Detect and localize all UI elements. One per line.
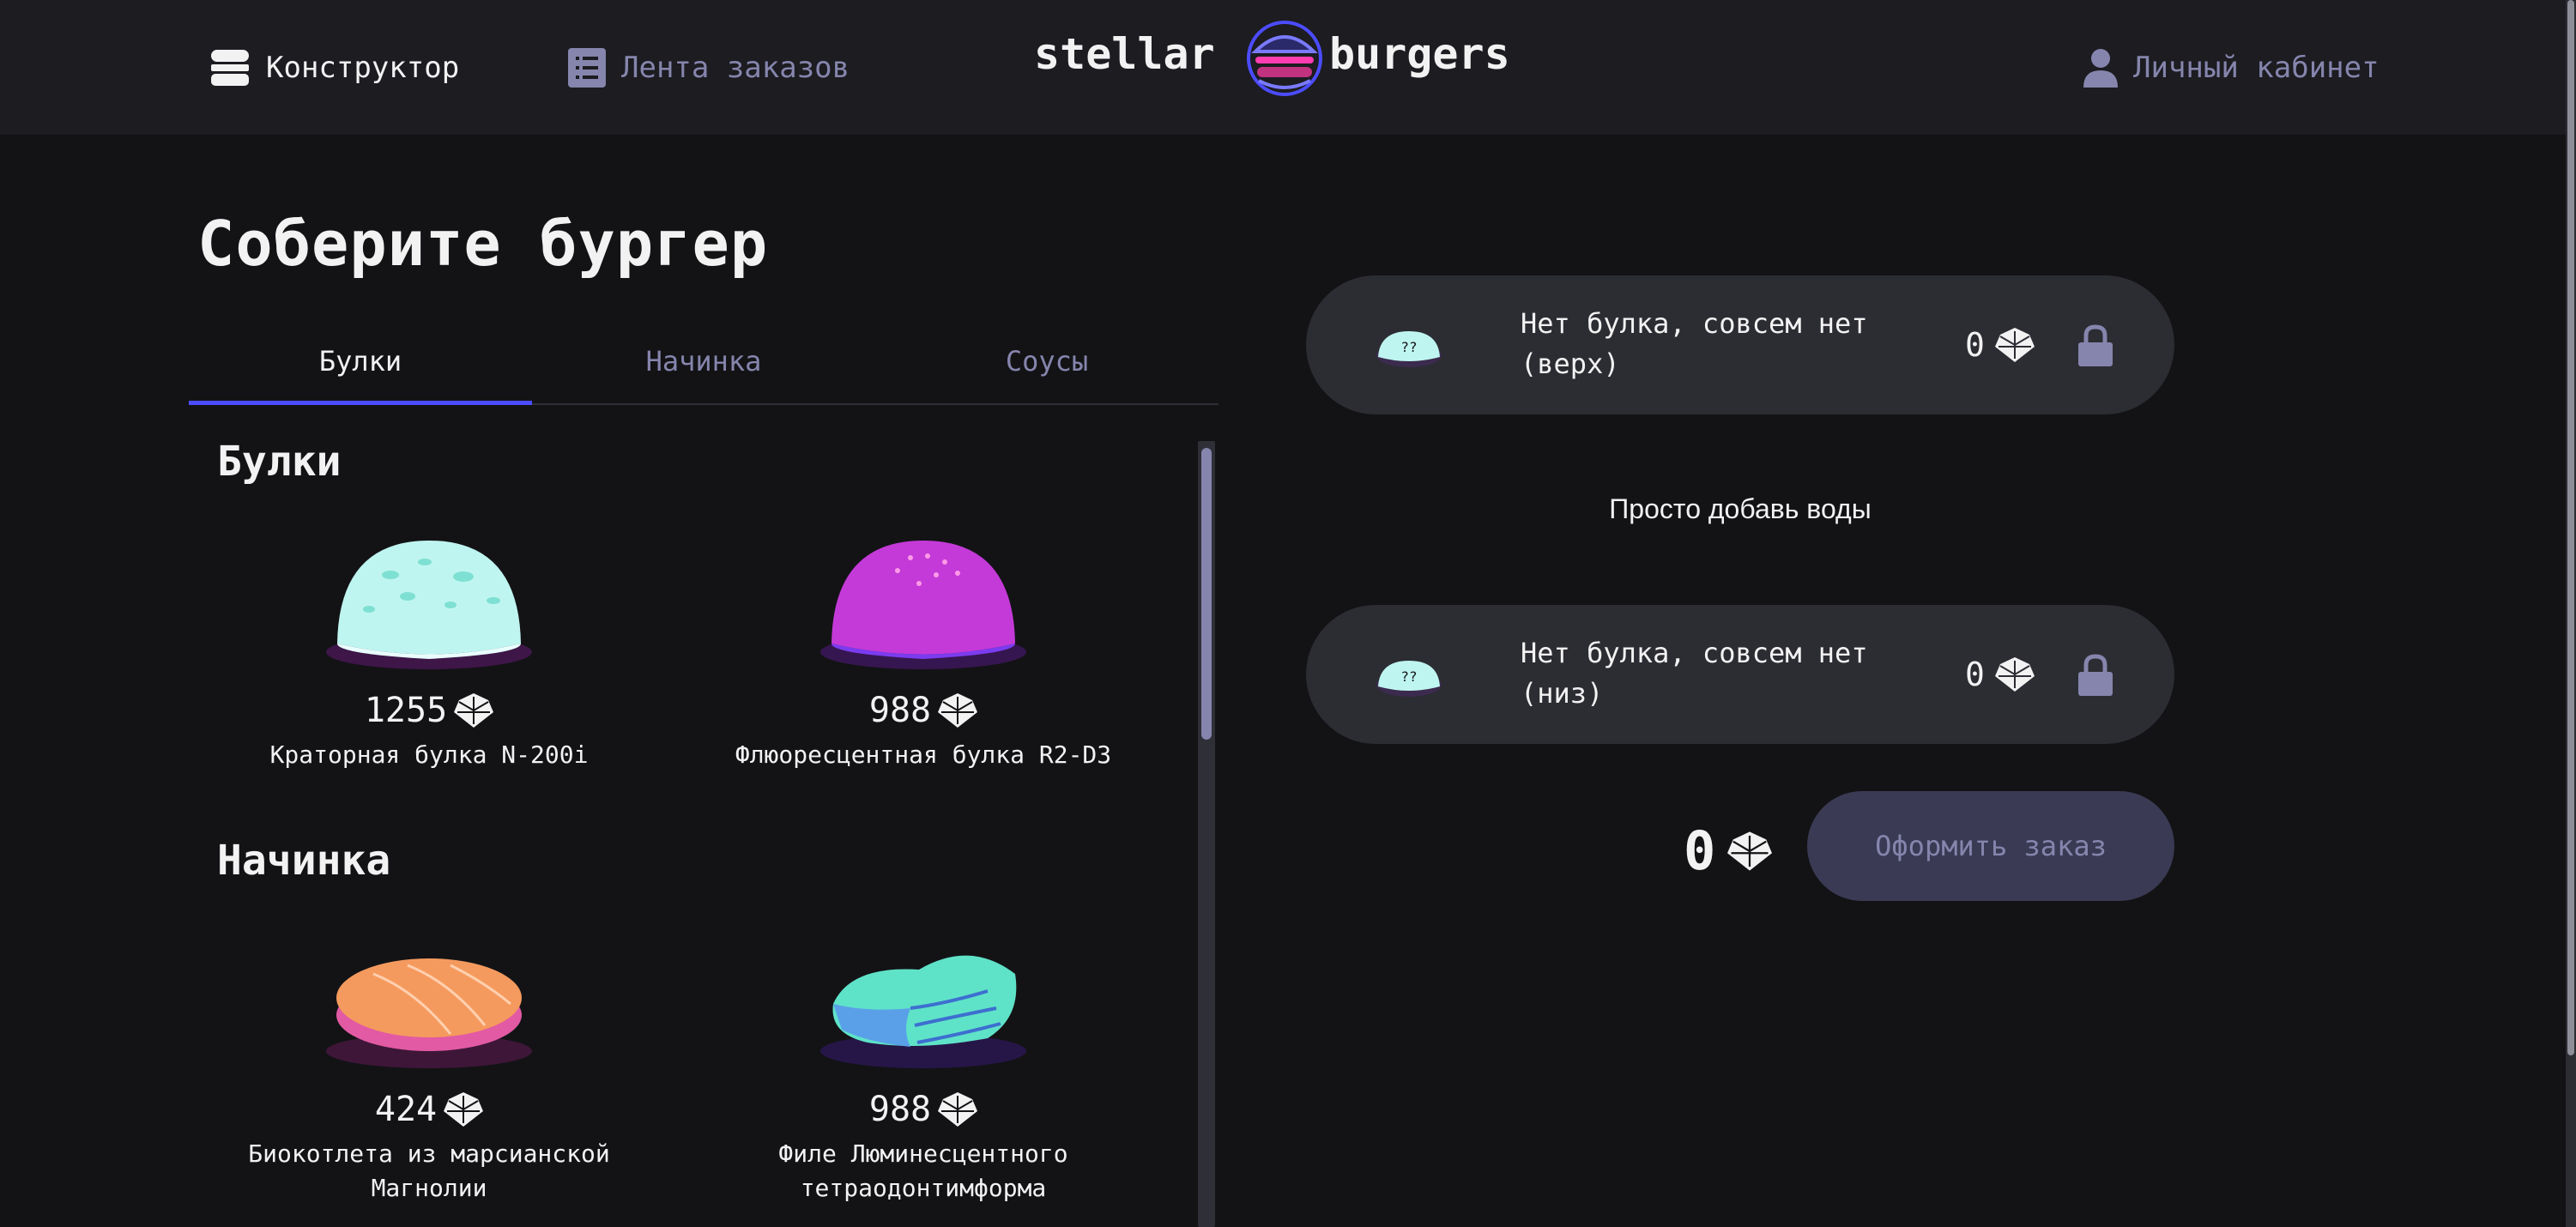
crater-bun-icon <box>326 541 532 669</box>
currency-icon <box>938 693 978 728</box>
ingredient-name: Флюоресцентная булка R2-D3 <box>735 740 1112 769</box>
ingredient-name: Биокотлета из марсианской Магнолии <box>189 1137 669 1206</box>
page-title: Соберите бургер <box>197 208 769 280</box>
stellar-burgers-logo[interactable]: stellar burgers <box>1034 15 1532 101</box>
app-header: Конструктор Лента заказов stellar burger… <box>0 0 2566 135</box>
nav-constructor-link[interactable]: Конструктор <box>209 0 459 135</box>
fluorescent-bun-icon <box>820 541 1026 669</box>
lock-icon <box>2078 654 2113 696</box>
constructor-item-name-line: Нет булка, совсем нет <box>1521 307 1868 340</box>
constructor-item-name-line: (верх) <box>1521 348 1620 380</box>
ingredient-price: 988 <box>683 1090 1164 1129</box>
logo-left-text: stellar <box>1034 29 1215 79</box>
price-value: 0 <box>1965 656 1985 693</box>
currency-icon <box>444 1092 484 1127</box>
ingredients-list: Булки 1255 Краторная булка N-200i 988 Фл… <box>189 438 1201 1227</box>
ingredient-price: 1255 <box>189 691 669 730</box>
thumb-text: ?? <box>1400 339 1417 355</box>
currency-icon <box>938 1092 978 1127</box>
price-value: 424 <box>374 1090 438 1129</box>
bio-patty-icon <box>326 958 532 1068</box>
page-scrollbar[interactable] <box>2566 0 2576 1227</box>
ingredient-card[interactable]: 424 Биокотлета из марсианской Магнолии <box>189 922 669 1206</box>
bun-placeholder-icon: ?? <box>1376 331 1442 367</box>
constructor-item-name-line: (низ) <box>1521 677 1604 710</box>
user-icon <box>2083 48 2118 88</box>
price-value: 0 <box>1965 326 1985 364</box>
ingredient-name-line: тетраодонтимформа <box>800 1174 1047 1202</box>
burger-logo-icon <box>1247 21 1322 96</box>
lock-icon <box>2078 324 2113 366</box>
list-icon <box>568 47 606 88</box>
nav-feed-link[interactable]: Лента заказов <box>568 0 850 135</box>
total-value: 0 <box>1684 819 1716 882</box>
ingredient-name-line: Магнолии <box>371 1174 487 1202</box>
constructor-item-price: 0 <box>1965 326 2035 364</box>
currency-icon <box>454 693 494 728</box>
fish-fillet-icon <box>820 955 1026 1068</box>
ingredient-tabs: Булки Начинка Соусы <box>189 319 1218 405</box>
section-title-fillings: Начинка <box>217 837 391 885</box>
place-order-button[interactable]: Оформить заказ <box>1807 791 2174 901</box>
ingredient-price: 424 <box>189 1090 669 1129</box>
price-value: 988 <box>868 1090 932 1129</box>
ingredients-scrollbar-thumb[interactable] <box>1201 448 1212 740</box>
bun-placeholder-icon: ?? <box>1376 661 1442 697</box>
constructor-top-bun[interactable]: ?? Нет булка, совсем нет (верх) 0 <box>1306 275 2174 414</box>
ingredient-card[interactable]: 1255 Краторная булка N-200i <box>189 523 669 807</box>
currency-icon <box>1994 657 2035 692</box>
ingredient-card[interactable]: 988 Флюоресцентная булка R2-D3 <box>683 523 1164 807</box>
constructor-bottom-bun[interactable]: ?? Нет булка, совсем нет (низ) 0 <box>1306 605 2174 744</box>
section-title-buns: Булки <box>217 438 342 486</box>
price-value: 988 <box>868 691 932 730</box>
tab-fillings[interactable]: Начинка <box>532 319 875 403</box>
nav-constructor-label: Конструктор <box>266 50 460 85</box>
ingredient-name-line: Биокотлета из марсианской <box>248 1139 610 1168</box>
price-value: 1255 <box>364 691 448 730</box>
constructor-item-price: 0 <box>1965 656 2035 693</box>
ingredient-card[interactable]: 988 Филе Люминесцентного тетраодонтимфор… <box>683 922 1164 1206</box>
constructor-item-name: Нет булка, совсем нет (низ) <box>1521 633 1868 714</box>
burger-icon <box>209 48 251 88</box>
ingredient-name: Филе Люминесцентного тетраодонтимформа <box>683 1137 1164 1206</box>
page-scrollbar-thumb[interactable] <box>2567 0 2574 1055</box>
thumb-text: ?? <box>1400 668 1417 685</box>
logo-right-text: burgers <box>1329 29 1510 79</box>
constructor-item-name-line: Нет булка, совсем нет <box>1521 637 1868 669</box>
ingredients-scrollbar[interactable] <box>1198 441 1215 1227</box>
ingredient-name: Краторная булка N-200i <box>269 740 589 769</box>
constructor-item-name: Нет булка, совсем нет (верх) <box>1521 304 1868 384</box>
nav-profile-link[interactable]: Личный кабинет <box>2083 0 2379 135</box>
constructor-placeholder: Просто добавь воды <box>1609 493 1872 524</box>
tab-sauces[interactable]: Соусы <box>875 319 1218 403</box>
ingredient-price: 988 <box>683 691 1164 730</box>
order-total: 0 <box>1684 819 1773 882</box>
nav-profile-label: Личный кабинет <box>2133 50 2379 85</box>
currency-icon <box>1727 831 1773 871</box>
nav-feed-label: Лента заказов <box>621 50 850 85</box>
currency-icon <box>1994 328 2035 362</box>
tab-buns[interactable]: Булки <box>189 319 532 405</box>
ingredient-name-line: Филе Люминесцентного <box>778 1139 1068 1168</box>
